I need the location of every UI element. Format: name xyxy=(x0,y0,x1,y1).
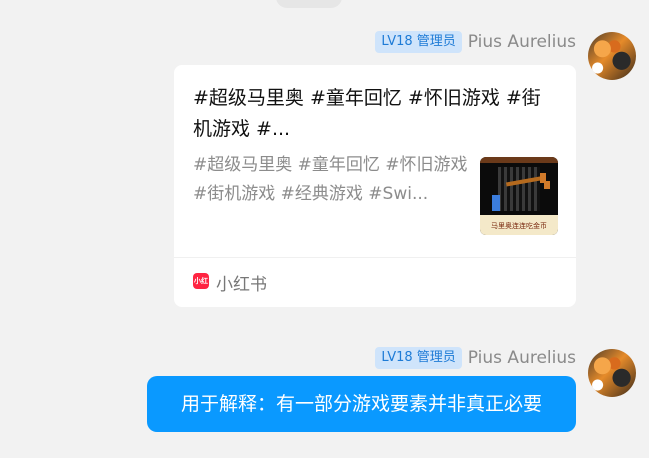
sender-row: LV18 管理员 Pius Aurelius xyxy=(375,30,576,54)
sender-name[interactable]: Pius Aurelius xyxy=(468,32,576,52)
xiaohongshu-logo-icon: 小红书 xyxy=(193,273,209,301)
card-divider xyxy=(174,257,576,258)
sender-row: LV18 管理员 Pius Aurelius xyxy=(375,346,576,370)
avatar[interactable] xyxy=(588,32,636,80)
card-title: #超级马里奥 #童年回忆 #怀旧游戏 #街机游戏 #... xyxy=(193,87,541,140)
timestamp-pill xyxy=(276,0,342,8)
card-description: #超级马里奥 #童年回忆 #怀旧游戏 #街机游戏 #经典游戏 #Swi... xyxy=(193,155,468,204)
shared-link-card[interactable]: #超级马里奥 #童年回忆 #怀旧游戏 #街机游戏 #... #超级马里奥 #童年… xyxy=(174,65,576,307)
thumbnail-caption: 马里奥连连吃金币 xyxy=(491,222,547,230)
card-source-name: 小红书 xyxy=(216,275,267,295)
avatar[interactable] xyxy=(588,349,636,397)
level-badge: LV18 管理员 xyxy=(375,347,462,369)
level-badge: LV18 管理员 xyxy=(375,31,462,53)
sender-name[interactable]: Pius Aurelius xyxy=(468,348,576,368)
message-bubble[interactable]: 用于解释：有一部分游戏要素并非真正必要 xyxy=(147,376,576,432)
card-thumbnail: 马里奥连连吃金币 xyxy=(480,157,558,235)
